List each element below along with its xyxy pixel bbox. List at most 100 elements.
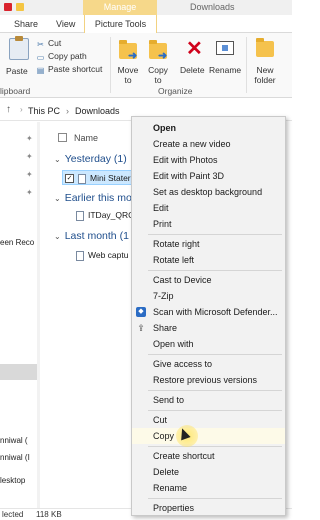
cut-button[interactable]: ✂ Cut	[36, 38, 61, 49]
menu-item-set-background[interactable]: Set as desktop background	[132, 184, 285, 200]
menu-item-print[interactable]: Print	[132, 216, 285, 232]
menu-separator	[148, 498, 282, 499]
breadcrumb-downloads[interactable]: Downloads	[75, 106, 120, 116]
organize-group-label: Organize	[158, 86, 193, 96]
folder-icon	[16, 3, 24, 11]
file-icon	[76, 211, 84, 221]
menu-item-create-video[interactable]: Create a new video	[132, 136, 285, 152]
scissors-icon: ✂	[37, 40, 44, 49]
image-file-icon	[78, 174, 86, 184]
menu-item-cast[interactable]: Cast to Device	[132, 272, 285, 288]
menu-item-rotate-right[interactable]: Rotate right	[132, 236, 285, 252]
chevron-right-icon: ›	[20, 105, 23, 114]
menu-item-delete[interactable]: Delete	[132, 464, 285, 480]
column-header-name[interactable]: Name	[74, 133, 98, 143]
menu-separator	[148, 270, 282, 271]
group-label: Earlier this mo	[64, 192, 132, 204]
menu-item-label: Scan with Microsoft Defender...	[153, 307, 278, 317]
rename-button[interactable]: Rename	[209, 65, 241, 75]
delete-button[interactable]: Delete	[180, 65, 205, 75]
nav-item[interactable]: nniwal (I	[0, 453, 30, 462]
menu-item-restore-versions[interactable]: Restore previous versions	[132, 372, 285, 388]
menu-item-label: Share	[153, 323, 178, 333]
cut-label: Cut	[48, 38, 62, 48]
menu-item-edit-paint3d[interactable]: Edit with Paint 3D	[132, 168, 285, 184]
list-item[interactable]: ✓ Mini Stater	[62, 170, 132, 185]
menu-separator	[148, 390, 282, 391]
menu-item-send-to[interactable]: Send to	[132, 392, 285, 408]
nav-item[interactable]: nniwal (	[0, 436, 28, 445]
ribbon-divider	[110, 37, 111, 93]
tab-picture-tools[interactable]: Picture Tools	[84, 15, 157, 33]
menu-item-copy[interactable]: Copy	[132, 428, 285, 444]
menu-item-give-access[interactable]: Give access to	[132, 356, 285, 372]
arrow-right-icon: ➜	[128, 50, 138, 62]
breadcrumb-this-pc[interactable]: This PC	[28, 106, 60, 116]
nav-item-highlight	[0, 364, 38, 380]
paste-shortcut-button[interactable]: ▤ Paste shortcut	[36, 64, 103, 75]
pin-icon: ✦	[26, 170, 33, 179]
menu-item-properties[interactable]: Properties	[132, 500, 285, 516]
menu-item-open-with[interactable]: Open with	[132, 336, 285, 352]
group-label: Last month (1	[64, 230, 129, 242]
paste-shortcut-label: Paste shortcut	[48, 64, 103, 74]
share-icon: ⇪	[137, 323, 145, 333]
paste-button[interactable]: Paste	[6, 66, 28, 76]
group-header[interactable]: ⌄ Yesterday (1)	[54, 153, 127, 165]
group-header[interactable]: ⌄ Last month (1	[54, 230, 129, 242]
pin-icon: ✦	[26, 134, 33, 143]
paste-icon[interactable]	[9, 36, 29, 60]
quick-access-toolbar	[0, 1, 28, 13]
navigation-pane: ✦ ✦ ✦ ✦ een Reco nniwal ( nniwal (I lesk…	[0, 122, 40, 508]
move-to-button[interactable]: Move to	[115, 65, 141, 85]
nav-item[interactable]: lesktop	[0, 476, 25, 485]
copy-to-button[interactable]: Copy to	[145, 65, 171, 85]
nav-item[interactable]: een Reco	[0, 238, 34, 247]
chevron-down-icon: ⌄	[54, 194, 61, 203]
row-checkbox[interactable]: ✓	[65, 174, 74, 183]
title-bar: Manage Downloads	[0, 0, 292, 15]
close-icon[interactable]	[4, 3, 12, 11]
menu-item-edit[interactable]: Edit	[132, 200, 285, 216]
up-arrow-icon[interactable]: ↑	[6, 104, 11, 115]
menu-item-cut[interactable]: Cut	[132, 412, 285, 428]
manage-context-tab[interactable]: Manage	[83, 0, 157, 15]
copy-path-label: Copy path	[48, 51, 87, 61]
copy-arrow-icon: ➜	[158, 50, 168, 62]
menu-item-scan-defender[interactable]: ◆ Scan with Microsoft Defender...	[132, 304, 285, 320]
new-folder-button[interactable]: New folder	[250, 65, 280, 85]
ribbon: Paste ✂ Cut ▭ Copy path ▤ Paste shortcut li…	[0, 33, 292, 98]
chevron-down-icon: ⌄	[54, 232, 61, 241]
selection-size: 118 KB	[36, 510, 62, 519]
copy-path-button[interactable]: ▭ Copy path	[36, 51, 87, 62]
menu-item-open[interactable]: Open	[132, 120, 285, 136]
group-header[interactable]: ⌄ Earlier this mo	[54, 192, 132, 204]
file-name: Web captu	[88, 250, 129, 260]
new-folder-icon[interactable]	[256, 38, 274, 57]
pin-icon: ✦	[26, 188, 33, 197]
menu-item-share[interactable]: ⇪ Share	[132, 320, 285, 336]
menu-item-7zip[interactable]: 7-Zip	[132, 288, 285, 304]
chevron-down-icon: ⌄	[54, 155, 61, 164]
ribbon-tabs: Share View Picture Tools	[0, 15, 292, 33]
shield-icon: ◆	[136, 307, 146, 317]
file-name: ITDay_QRC	[88, 210, 135, 220]
menu-item-rename[interactable]: Rename	[132, 480, 285, 496]
tab-share[interactable]: Share	[14, 15, 38, 33]
copy-path-icon: ▭	[36, 53, 45, 62]
menu-item-create-shortcut[interactable]: Create shortcut	[132, 448, 285, 464]
rename-icon[interactable]	[216, 41, 234, 55]
delete-icon[interactable]: ✕	[186, 39, 203, 59]
menu-item-rotate-left[interactable]: Rotate left	[132, 252, 285, 268]
tab-view[interactable]: View	[56, 15, 75, 33]
ribbon-divider	[246, 37, 247, 93]
chevron-right-icon: ›	[66, 106, 70, 116]
file-name: Mini Stater	[90, 173, 131, 183]
menu-separator	[148, 354, 282, 355]
paste-shortcut-icon: ▤	[36, 66, 45, 75]
context-menu: Open Create a new video Edit with Photos…	[131, 116, 286, 516]
clipboard-group-label: lipboard	[0, 86, 31, 96]
window-title: Downloads	[190, 2, 235, 12]
menu-item-edit-photos[interactable]: Edit with Photos	[132, 152, 285, 168]
select-all-checkbox[interactable]	[58, 133, 67, 142]
